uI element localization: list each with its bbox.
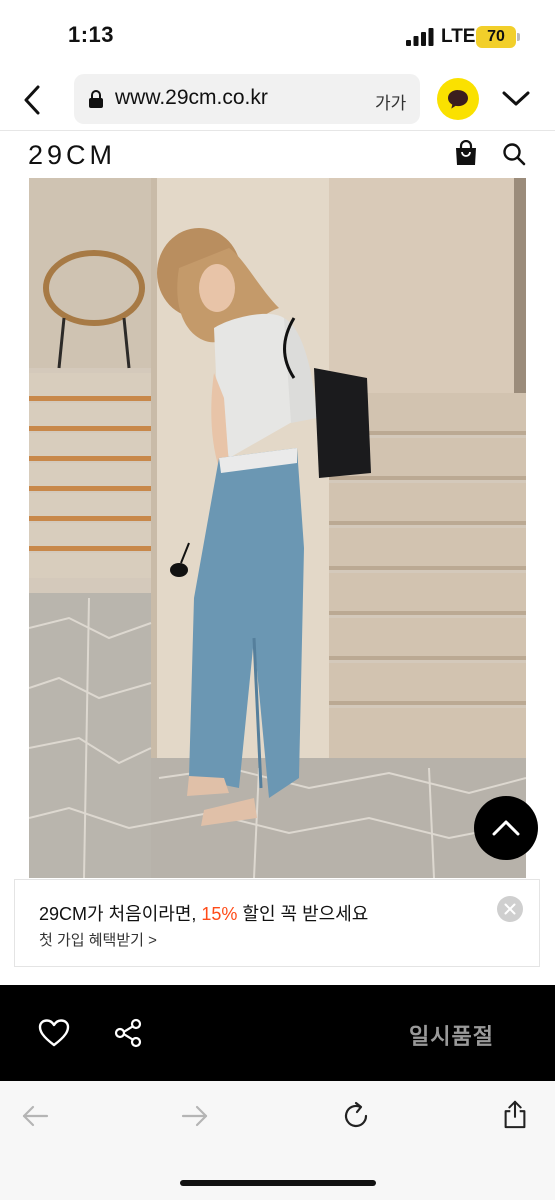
heart-icon[interactable] bbox=[38, 1018, 70, 1048]
scroll-top-button[interactable] bbox=[474, 796, 538, 860]
status-time: 1:13 bbox=[68, 22, 115, 47]
back-chevron-icon[interactable] bbox=[18, 80, 48, 120]
lock-icon bbox=[89, 90, 103, 108]
promo-title-text: 29CM가 처음이라면, bbox=[39, 904, 202, 924]
signup-benefit-link[interactable]: 첫 가입 혜택받기 > bbox=[39, 929, 157, 950]
network-type: LTE bbox=[441, 26, 476, 47]
chevron-up-icon bbox=[492, 820, 520, 836]
product-image bbox=[29, 178, 526, 878]
shopping-bag-icon[interactable] bbox=[454, 140, 478, 166]
home-indicator[interactable] bbox=[180, 1180, 376, 1186]
battery-indicator: 70 bbox=[476, 26, 516, 48]
forward-arrow-icon[interactable] bbox=[180, 1101, 210, 1131]
close-icon bbox=[504, 903, 516, 915]
text-size-button[interactable]: 가가 bbox=[375, 89, 406, 114]
back-arrow-icon[interactable] bbox=[20, 1101, 50, 1131]
battery-tip bbox=[517, 33, 520, 41]
promo-title-text-end: 할인 꼭 받으세요 bbox=[237, 904, 369, 924]
reload-icon[interactable] bbox=[341, 1101, 371, 1131]
promo-close-button[interactable] bbox=[497, 896, 523, 922]
chevron-down-icon[interactable] bbox=[500, 84, 532, 112]
search-icon[interactable] bbox=[502, 142, 526, 166]
signal-icon bbox=[406, 28, 434, 46]
chat-bubble-icon bbox=[448, 90, 468, 109]
share-sheet-icon[interactable] bbox=[500, 1099, 530, 1129]
kakao-talk-button[interactable] bbox=[437, 78, 479, 120]
share-icon[interactable] bbox=[113, 1018, 143, 1048]
promo-discount: 15% bbox=[201, 904, 238, 924]
url-text[interactable]: www.29cm.co.kr bbox=[115, 86, 268, 110]
site-logo[interactable]: 29CM bbox=[28, 140, 116, 171]
promo-title: 29CM가 처음이라면, 15% 할인 꼭 받으세요 bbox=[39, 900, 368, 926]
sold-out-label: 일시품절 bbox=[409, 1024, 494, 1049]
